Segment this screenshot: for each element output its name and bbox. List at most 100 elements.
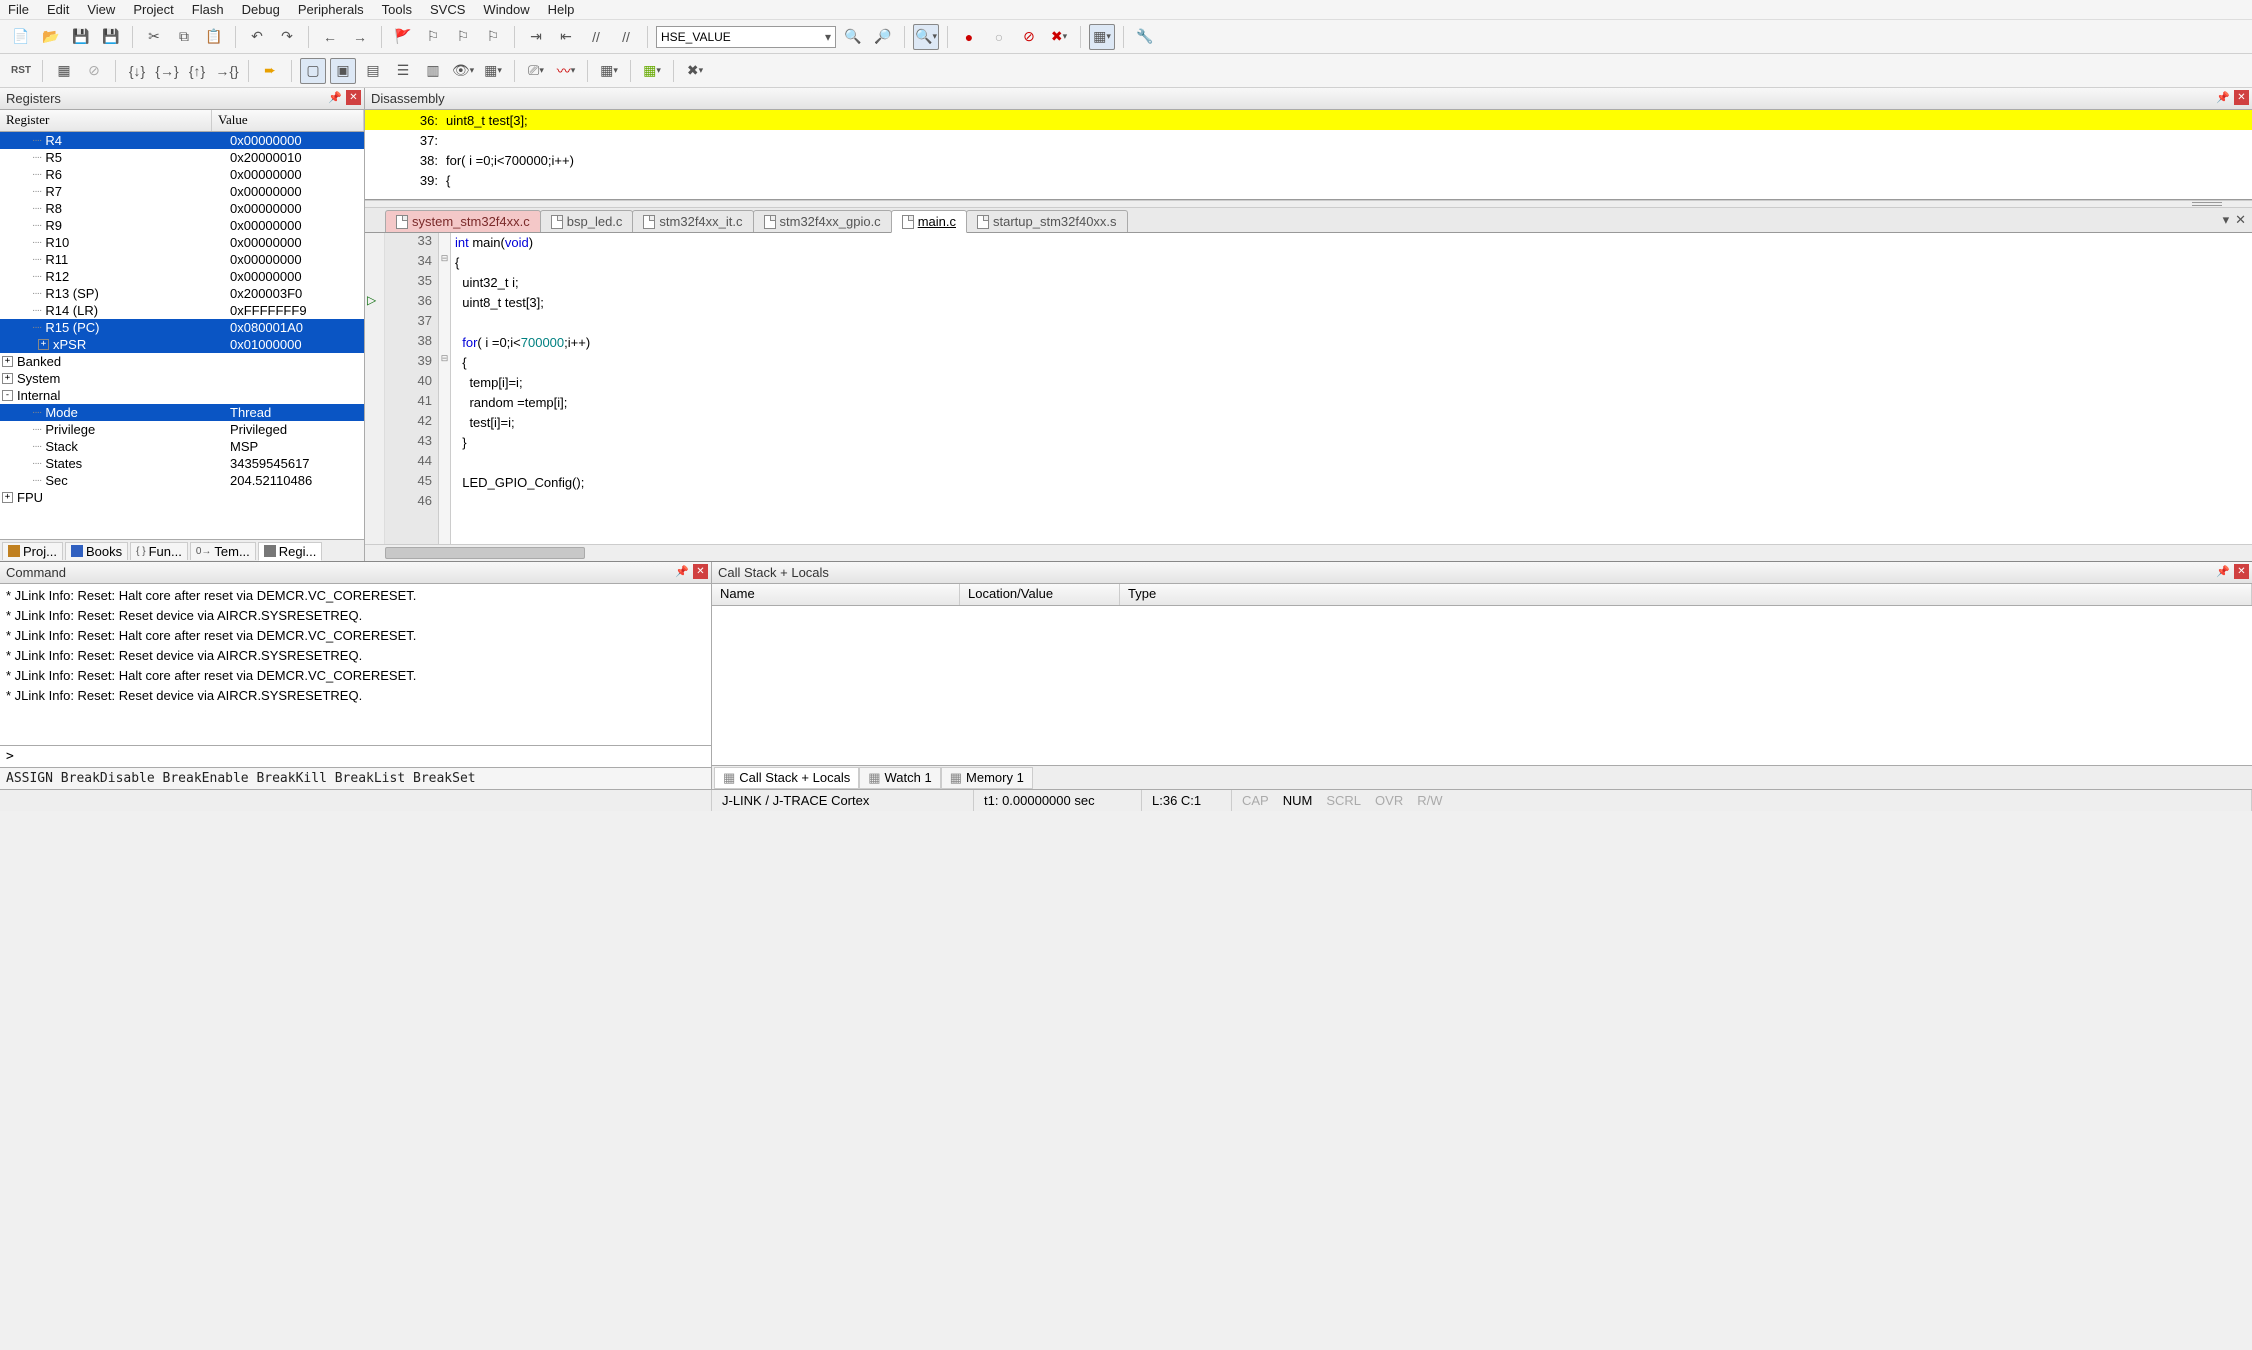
register-row[interactable]: ····R80x00000000 bbox=[0, 200, 364, 217]
register-row[interactable]: ····R50x20000010 bbox=[0, 149, 364, 166]
watch-window-icon[interactable]: 👁 bbox=[450, 58, 476, 84]
side-tab[interactable]: 0→Tem... bbox=[190, 542, 256, 560]
editor-tab[interactable]: bsp_led.c bbox=[540, 210, 634, 232]
register-row[interactable]: ····States34359545617 bbox=[0, 455, 364, 472]
fold-gutter[interactable]: ⊟⊟ bbox=[439, 233, 451, 544]
breakpoint-icon[interactable]: ● bbox=[956, 24, 982, 50]
pin-icon[interactable]: 📌 bbox=[2216, 91, 2230, 104]
indent-icon[interactable]: ⇥ bbox=[523, 24, 549, 50]
editor-tab[interactable]: main.c bbox=[891, 210, 967, 233]
register-row[interactable]: -Internal bbox=[0, 387, 364, 404]
bookmark-clear-icon[interactable]: ⚐ bbox=[480, 24, 506, 50]
close-icon[interactable]: ✕ bbox=[2234, 564, 2249, 579]
editor-tab[interactable]: system_stm32f4xx.c bbox=[385, 210, 541, 232]
menu-file[interactable]: File bbox=[8, 2, 29, 17]
reset-icon[interactable]: RST bbox=[8, 58, 34, 84]
close-icon[interactable]: ✕ bbox=[2234, 90, 2249, 105]
close-icon[interactable]: ✕ bbox=[346, 90, 361, 105]
pin-icon[interactable]: 📌 bbox=[675, 565, 689, 578]
register-row[interactable]: ····R40x00000000 bbox=[0, 132, 364, 149]
col-value[interactable]: Value bbox=[212, 110, 364, 131]
nav-back-icon[interactable]: ← bbox=[317, 24, 343, 50]
find-icon[interactable]: 🔍 bbox=[840, 24, 866, 50]
undo-icon[interactable]: ↶ bbox=[244, 24, 270, 50]
pin-icon[interactable]: 📌 bbox=[328, 91, 342, 104]
register-row[interactable]: +FPU bbox=[0, 489, 364, 506]
command-window-icon[interactable]: ▢ bbox=[300, 58, 326, 84]
menu-flash[interactable]: Flash bbox=[192, 2, 224, 17]
side-tab[interactable]: Regi... bbox=[258, 542, 323, 561]
side-tab[interactable]: Books bbox=[65, 542, 128, 560]
register-row[interactable]: ····R120x00000000 bbox=[0, 268, 364, 285]
bookmark-next-icon[interactable]: ⚐ bbox=[450, 24, 476, 50]
editor-tab[interactable]: startup_stm32f40xx.s bbox=[966, 210, 1128, 232]
register-row[interactable]: ····R90x00000000 bbox=[0, 217, 364, 234]
menu-help[interactable]: Help bbox=[548, 2, 575, 17]
menu-svcs[interactable]: SVCS bbox=[430, 2, 465, 17]
debug-run-icon[interactable]: 🔍 bbox=[913, 24, 939, 50]
step-in-icon[interactable]: {↓} bbox=[124, 58, 150, 84]
run-to-cursor-icon[interactable]: →{} bbox=[214, 58, 240, 84]
comment-icon[interactable]: // bbox=[583, 24, 609, 50]
run-icon[interactable]: ▦ bbox=[51, 58, 77, 84]
editor-tab[interactable]: stm32f4xx_it.c bbox=[632, 210, 753, 232]
paste-icon[interactable]: 📋 bbox=[201, 24, 227, 50]
registers-list[interactable]: ····R40x00000000····R50x20000010····R60x… bbox=[0, 132, 364, 537]
close-icon[interactable]: ✕ bbox=[693, 564, 708, 579]
menu-debug[interactable]: Debug bbox=[242, 2, 280, 17]
col-register[interactable]: Register bbox=[0, 110, 212, 131]
uncomment-icon[interactable]: // bbox=[613, 24, 639, 50]
cut-icon[interactable]: ✂ bbox=[141, 24, 167, 50]
analysis-window-icon[interactable]: 〰 bbox=[553, 58, 579, 84]
splitter-grip[interactable] bbox=[2192, 202, 2222, 206]
command-input[interactable]: > bbox=[0, 745, 711, 767]
callstack-window-icon[interactable]: ▥ bbox=[420, 58, 446, 84]
system-viewer-icon[interactable]: ▦ bbox=[639, 58, 665, 84]
register-row[interactable]: +Banked bbox=[0, 353, 364, 370]
symbols-window-icon[interactable]: ▤ bbox=[360, 58, 386, 84]
bottom-tab[interactable]: ▦Call Stack + Locals bbox=[714, 767, 859, 789]
menu-edit[interactable]: Edit bbox=[47, 2, 69, 17]
register-row[interactable]: ····R14 (LR)0xFFFFFFF9 bbox=[0, 302, 364, 319]
breakpoint-kill-icon[interactable]: ⊘ bbox=[1016, 24, 1042, 50]
register-row[interactable]: ····R60x00000000 bbox=[0, 166, 364, 183]
h-scrollbar[interactable] bbox=[365, 544, 2252, 561]
disasm-window-icon[interactable]: ▣ bbox=[330, 58, 356, 84]
window-layout-icon[interactable]: ▦ bbox=[1089, 24, 1115, 50]
register-row[interactable]: ····R110x00000000 bbox=[0, 251, 364, 268]
callstack-body[interactable] bbox=[712, 606, 2252, 765]
pin-icon[interactable]: 📌 bbox=[2216, 565, 2230, 578]
register-row[interactable]: ····ModeThread bbox=[0, 404, 364, 421]
register-row[interactable]: ····R13 (SP)0x200003F0 bbox=[0, 285, 364, 302]
tab-close-icon[interactable]: ✕ bbox=[2235, 212, 2246, 228]
find-files-icon[interactable]: 🔎 bbox=[870, 24, 896, 50]
nav-fwd-icon[interactable]: → bbox=[347, 24, 373, 50]
step-over-icon[interactable]: {→} bbox=[154, 58, 180, 84]
code-editor[interactable]: int main(void){ uint32_t i; uint8_t test… bbox=[451, 233, 2252, 544]
register-row[interactable]: ····Sec204.52110486 bbox=[0, 472, 364, 489]
trace-window-icon[interactable]: ▦ bbox=[596, 58, 622, 84]
save-icon[interactable]: 💾 bbox=[68, 24, 94, 50]
register-row[interactable]: ····PrivilegePrivileged bbox=[0, 421, 364, 438]
memory-window-icon[interactable]: ▦ bbox=[480, 58, 506, 84]
new-file-icon[interactable]: 📄 bbox=[8, 24, 34, 50]
registers-window-icon[interactable]: ☰ bbox=[390, 58, 416, 84]
open-icon[interactable]: 📂 bbox=[38, 24, 64, 50]
editor-tab[interactable]: stm32f4xx_gpio.c bbox=[753, 210, 892, 232]
side-tab[interactable]: { }Fun... bbox=[130, 542, 188, 560]
copy-icon[interactable]: ⧉ bbox=[171, 24, 197, 50]
register-row[interactable]: +xPSR0x01000000 bbox=[0, 336, 364, 353]
serial-window-icon[interactable]: ⎚ bbox=[523, 58, 549, 84]
command-buttons[interactable]: ASSIGN BreakDisable BreakEnable BreakKil… bbox=[0, 767, 711, 789]
search-combo[interactable]: HSE_VALUE bbox=[656, 26, 836, 48]
col-location[interactable]: Location/Value bbox=[960, 584, 1120, 605]
bottom-tab[interactable]: ▦Watch 1 bbox=[859, 767, 941, 789]
tab-menu-icon[interactable]: ▾ bbox=[2223, 212, 2230, 228]
toolbox-icon[interactable]: ✖ bbox=[682, 58, 708, 84]
save-all-icon[interactable]: 💾 bbox=[98, 24, 124, 50]
menu-project[interactable]: Project bbox=[133, 2, 173, 17]
bookmark-icon[interactable]: 🚩 bbox=[390, 24, 416, 50]
menu-peripherals[interactable]: Peripherals bbox=[298, 2, 364, 17]
breakpoint-all-icon[interactable]: ✖ bbox=[1046, 24, 1072, 50]
breakpoint-margin[interactable]: ▷ bbox=[365, 233, 385, 544]
